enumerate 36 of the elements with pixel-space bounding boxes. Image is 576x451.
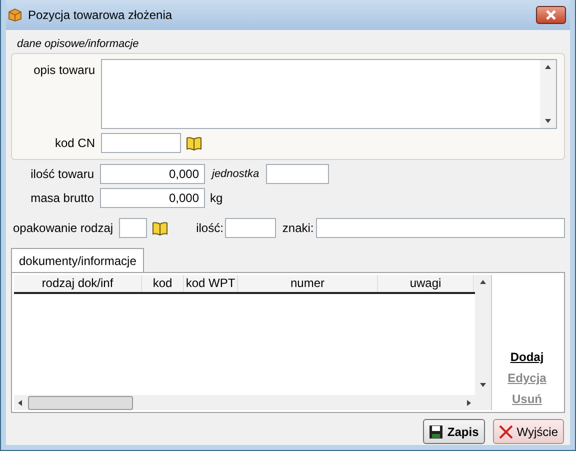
field-label: opakowanie rodzaj xyxy=(13,221,114,235)
gross-mass-field[interactable]: 0,000 xyxy=(100,188,205,208)
vertical-scrollbar[interactable] xyxy=(475,275,491,410)
book-icon[interactable] xyxy=(186,136,202,150)
close-icon xyxy=(498,424,513,438)
unit-label: jednostka xyxy=(212,168,260,180)
marks-field[interactable] xyxy=(316,218,565,238)
description-field[interactable] xyxy=(101,59,557,129)
action-link[interactable]: Dodaj xyxy=(510,350,544,364)
field-label: ilość towaru xyxy=(30,166,94,180)
column-header[interactable]: uwagi xyxy=(378,275,474,292)
book-icon[interactable] xyxy=(152,220,168,236)
quantity-field[interactable]: 0,000 xyxy=(100,164,205,184)
close-button[interactable] xyxy=(536,6,566,24)
column-header[interactable]: kod xyxy=(142,275,184,292)
group-title: dane opisowe/informacje xyxy=(17,38,140,52)
close-icon xyxy=(545,10,557,20)
exit-button[interactable]: Wyjście xyxy=(492,419,564,444)
column-header[interactable]: numer xyxy=(238,275,378,292)
save-button[interactable]: Zapis xyxy=(423,419,485,444)
packaging-type-field[interactable] xyxy=(119,218,148,238)
unit-field[interactable] xyxy=(266,164,330,184)
field-label: opis towaru xyxy=(32,63,95,77)
field-label: znaki: xyxy=(282,221,314,235)
field-label: kod CN xyxy=(54,136,95,150)
packaging-count-field[interactable] xyxy=(225,218,276,238)
column-header[interactable]: rodzaj dok/inf xyxy=(14,275,142,292)
column-header[interactable]: kod WPT xyxy=(184,275,238,292)
unit-label: kg xyxy=(210,190,223,204)
field-label: ilość: xyxy=(196,221,224,235)
cn-code-field[interactable] xyxy=(101,133,181,153)
horizontal-scrollbar[interactable] xyxy=(14,395,475,410)
field-label: masa brutto xyxy=(30,190,94,204)
box-icon xyxy=(8,8,22,22)
tab[interactable]: dokumenty/informacje xyxy=(11,248,144,272)
window-title: Pozycja towarowa złożenia xyxy=(28,8,172,22)
